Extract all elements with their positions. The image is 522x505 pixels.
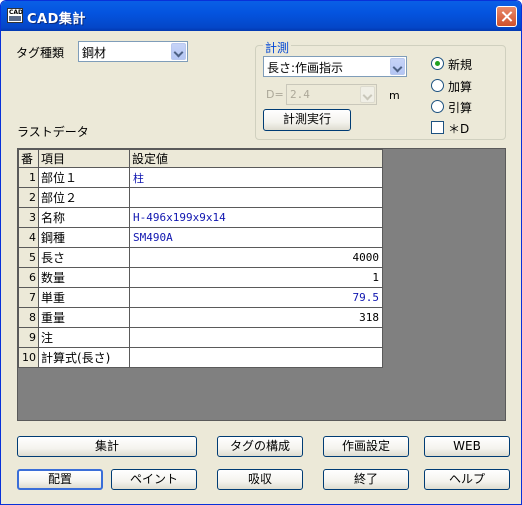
close-button[interactable] [496, 6, 517, 27]
haichi-button[interactable]: 配置 [17, 469, 103, 490]
row-item[interactable]: 鋼種 [38, 227, 130, 248]
row-value[interactable] [129, 347, 383, 368]
radio-new[interactable] [431, 57, 444, 70]
table-row[interactable]: 2 部位２ [18, 187, 383, 208]
row-value[interactable]: 79.5 [129, 287, 383, 308]
d-value-select: 2.4 [286, 84, 377, 105]
table-row[interactable]: 1 部位１ 柱 [18, 167, 383, 188]
last-data-label: ラストデータ [17, 125, 89, 139]
app-icon: CAD [7, 8, 23, 23]
row-number: 7 [18, 287, 39, 308]
star-d-checkbox[interactable] [431, 121, 444, 134]
d-label: D= [266, 88, 284, 101]
row-value[interactable]: 4000 [129, 247, 383, 268]
row-value[interactable]: SM490A [129, 227, 383, 248]
row-value[interactable]: 柱 [129, 167, 383, 188]
row-item[interactable]: 計算式(長さ) [38, 347, 130, 368]
measure-mode-select[interactable]: 長さ:作画指示 [263, 56, 407, 77]
row-value[interactable]: H-496x199x9x14 [129, 207, 383, 228]
row-number: 1 [18, 167, 39, 188]
table-row[interactable]: 3 名称 H-496x199x9x14 [18, 207, 383, 228]
row-number: 6 [18, 267, 39, 288]
radio-subtract[interactable] [431, 100, 444, 113]
exit-button[interactable]: 終了 [323, 469, 409, 490]
row-number: 8 [18, 307, 39, 328]
measure-group-title: 計測 [263, 39, 292, 56]
table-row[interactable]: 5 長さ 4000 [18, 247, 383, 268]
col-header-no: 番 [18, 149, 39, 168]
help-button[interactable]: ヘルプ [424, 469, 510, 490]
unit-label: m [389, 89, 400, 102]
table-row[interactable]: 6 数量 1 [18, 267, 383, 288]
web-button[interactable]: WEB [424, 436, 510, 457]
grid-header-row: 番 項目 設定値 [18, 149, 383, 168]
col-header-value: 設定値 [129, 149, 383, 168]
title-bar[interactable]: CAD CAD集計 [1, 1, 521, 31]
table-row[interactable]: 4 鋼種 SM490A [18, 227, 383, 248]
tag-type-select[interactable]: 鋼材 [78, 41, 188, 62]
table-row[interactable]: 8 重量 318 [18, 307, 383, 328]
data-grid[interactable]: 番 項目 設定値 1 部位１ 柱 2 部位２ 3 名称 H-496x199x9x14 4鋼… [18, 149, 383, 368]
row-value[interactable]: 318 [129, 307, 383, 328]
row-number: 5 [18, 247, 39, 268]
row-item[interactable]: 数量 [38, 267, 130, 288]
radio-new-label: 新規 [448, 58, 473, 72]
chevron-down-icon[interactable] [171, 43, 186, 60]
shukei-button[interactable]: 集計 [17, 436, 197, 457]
row-number: 4 [18, 227, 39, 248]
paint-button[interactable]: ペイント [111, 469, 197, 490]
row-number: 10 [18, 347, 39, 368]
draw-settings-button[interactable]: 作画設定 [323, 436, 409, 457]
row-item[interactable]: 単重 [38, 287, 130, 308]
row-value[interactable]: 1 [129, 267, 383, 288]
chevron-down-icon[interactable] [390, 58, 405, 75]
row-item[interactable]: 名称 [38, 207, 130, 228]
row-item[interactable]: 長さ [38, 247, 130, 268]
d-value: 2.4 [290, 88, 310, 101]
radio-add-label: 加算 [448, 80, 473, 94]
chevron-down-icon [360, 86, 375, 103]
row-item[interactable]: 重量 [38, 307, 130, 328]
row-item[interactable]: 部位１ [38, 167, 130, 188]
cad-shukei-window: CAD CAD集計 タグ種類 鋼材 計測 長さ:作画指示 D= 2.4 m 計測… [0, 0, 522, 505]
table-row[interactable]: 7 単重 79.5 [18, 287, 383, 308]
measure-mode-value: 長さ:作画指示 [267, 61, 344, 75]
row-item[interactable]: 部位２ [38, 187, 130, 208]
star-d-label: ＊D [448, 122, 470, 136]
window-title: CAD集計 [27, 12, 86, 27]
tag-type-value: 鋼材 [82, 46, 107, 60]
tag-type-label: タグ種類 [16, 46, 65, 60]
row-number: 2 [18, 187, 39, 208]
tag-config-button[interactable]: タグの構成 [217, 436, 303, 457]
absorb-button[interactable]: 吸収 [217, 469, 303, 490]
row-number: 3 [18, 207, 39, 228]
table-row[interactable]: 9注 [18, 327, 383, 348]
row-number: 9 [18, 327, 39, 348]
row-item[interactable]: 注 [38, 327, 130, 348]
row-value[interactable] [129, 187, 383, 208]
radio-add[interactable] [431, 79, 444, 92]
radio-subtract-label: 引算 [448, 101, 473, 115]
measure-exec-button[interactable]: 計測実行 [263, 109, 351, 131]
table-row[interactable]: 10 計算式(長さ) [18, 347, 383, 368]
col-header-item: 項目 [38, 149, 130, 168]
row-value[interactable] [129, 327, 383, 348]
